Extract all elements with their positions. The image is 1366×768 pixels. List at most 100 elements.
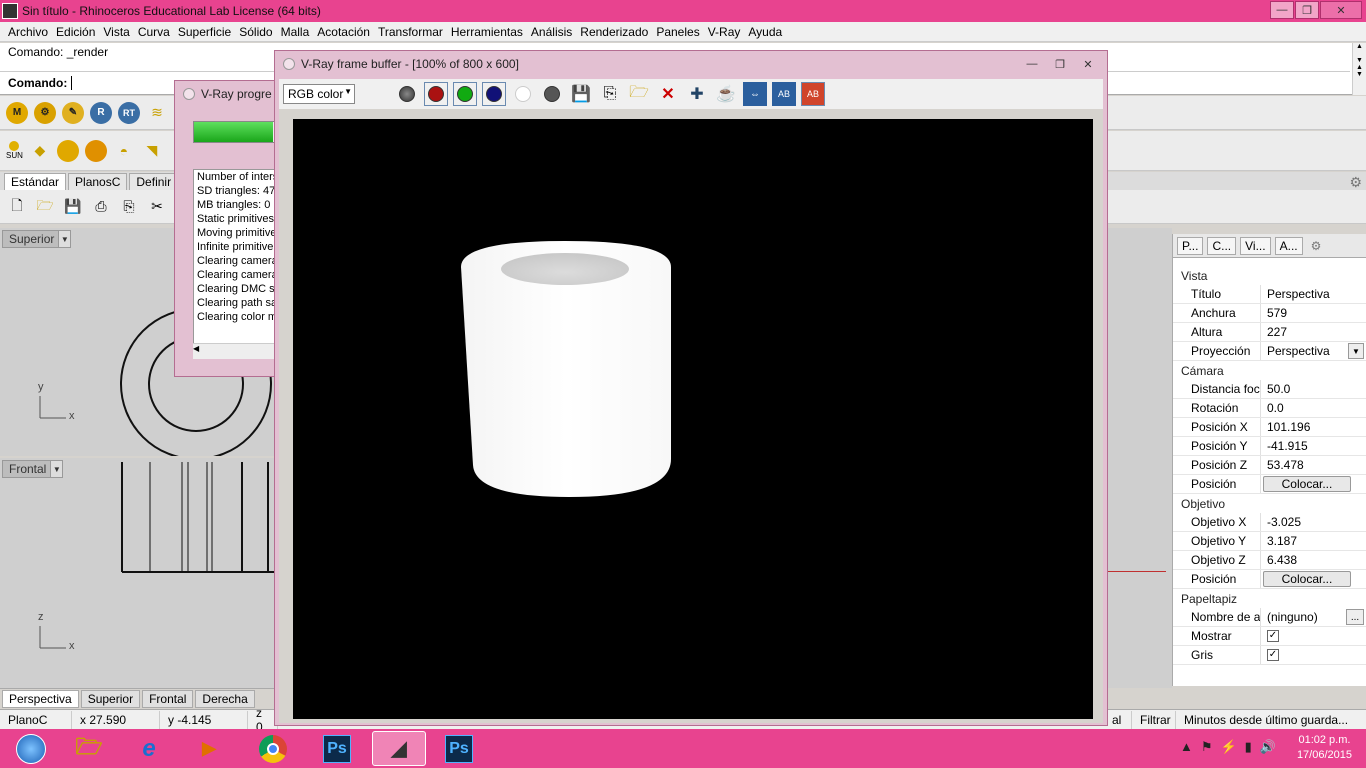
tab-planosc[interactable]: PlanosC [68,173,128,190]
menu-herramientas[interactable]: Herramientas [447,25,527,39]
vray-frame-icon[interactable]: ≋ [146,102,168,124]
menu-analisis[interactable]: Análisis [527,25,576,39]
track-mouse-icon[interactable]: ✚ [685,82,709,106]
viewport-perspectiva-edge[interactable] [1108,228,1172,688]
tab-derecha[interactable]: Derecha [195,689,255,708]
render-teapot-icon[interactable]: ☕ [714,82,738,106]
render-log[interactable]: Number of inters SD triangles: 47 MB tri… [193,169,283,359]
plane-light-icon[interactable]: ◆ [29,140,51,162]
flag-icon[interactable]: ⚑ [1201,739,1213,755]
new-file-icon[interactable]: 🗋 [6,196,28,218]
omni-light-icon[interactable] [84,139,107,162]
panel-gear-icon[interactable]: ⚙ [1307,238,1326,254]
render-icon[interactable]: R [90,101,112,124]
viewport-frontal[interactable]: Frontal ▼ z x [0,458,276,688]
tab-properties[interactable]: P... [1177,236,1204,255]
network-icon[interactable]: ▮ [1245,739,1252,755]
command-scrollbar[interactable]: ▲ ▼ ▲ ▼ [1352,43,1366,95]
tab-ayuda[interactable]: A... [1274,236,1303,255]
rhino-taskbar-icon[interactable]: ◢ [372,731,426,766]
photoshop-taskbar-icon[interactable]: Ps [310,731,364,766]
ab-horizontal-icon[interactable]: AB [801,82,825,106]
photoshop-2-taskbar-icon[interactable]: Ps [432,731,486,766]
menu-ayuda[interactable]: Ayuda [744,25,786,39]
save-image-icon[interactable]: 💾 [569,82,593,106]
print-icon[interactable]: ⎙ [90,196,112,218]
chevron-down-icon[interactable]: ▼ [344,87,352,96]
menu-renderizado[interactable]: Renderizado [576,25,652,39]
ab-compare-icon[interactable]: AB [772,82,796,106]
alpha-channel-icon[interactable] [511,82,535,106]
menu-archivo[interactable]: Archivo [4,25,52,39]
chrome-taskbar-icon[interactable] [246,731,300,766]
sun-light-icon[interactable]: SUN [6,141,23,160]
import-icon[interactable]: ⎘ [118,196,140,218]
menu-curva[interactable]: Curva [134,25,174,39]
projection-select[interactable]: Perspectiva ▼ [1261,342,1366,360]
log-horizontal-scrollbar[interactable]: ◀ [193,343,283,359]
tab-vistas[interactable]: Vi... [1240,236,1271,255]
cut-icon[interactable]: ✂ [146,196,168,218]
sphere-light-icon[interactable] [56,139,79,162]
tab-estandar[interactable]: Estándar [4,173,67,190]
load-image-icon[interactable]: 🗁 [627,82,651,106]
close-button[interactable]: ✕ [1320,1,1362,19]
vfb-minimize-button[interactable]: — [1019,55,1045,73]
command-input-cursor[interactable] [71,75,73,90]
chevron-down-icon[interactable]: ▼ [1348,343,1364,359]
camera-place-button[interactable]: Colocar... [1263,476,1351,492]
power-icon[interactable]: ⚡ [1220,739,1236,755]
menu-paneles[interactable]: Paneles [652,25,703,39]
vray-icon [183,88,195,100]
save-all-icon[interactable]: ⎘ [598,82,622,106]
vray-options-icon[interactable]: ⚙ [34,101,56,124]
menu-transformar[interactable]: Transformar [374,25,447,39]
tab-superior[interactable]: Superior [80,689,141,708]
tab-capas[interactable]: C... [1207,236,1237,255]
blue-channel-icon[interactable] [482,82,506,106]
explorer-taskbar-icon[interactable]: 🗁 [62,731,116,766]
channel-select[interactable]: RGB color ▼ [283,84,355,104]
start-button[interactable] [4,731,58,766]
menu-solido[interactable]: Sólido [235,25,276,39]
toolbar-gear-icon[interactable]: ⚙ [1349,174,1362,191]
volume-icon[interactable]: 🔊 [1260,739,1276,755]
status-cplane[interactable]: PlanoC [0,710,72,729]
menu-edicion[interactable]: Edición [52,25,99,39]
taskbar-clock[interactable]: 01:02 p.m. 17/06/2015 [1297,733,1352,763]
save-icon[interactable]: 💾 [62,196,84,218]
menu-vista[interactable]: Vista [99,25,133,39]
rgb-channel-icon[interactable] [395,82,419,106]
dome-light-icon[interactable]: ◓ [113,140,135,162]
green-channel-icon[interactable] [453,82,477,106]
menu-malla[interactable]: Malla [277,25,314,39]
menu-acotacion[interactable]: Acotación [313,25,374,39]
minimize-button[interactable]: — [1270,1,1294,19]
status-filter[interactable]: Filtrar [1132,710,1176,729]
tab-frontal[interactable]: Frontal [142,689,194,708]
open-file-icon[interactable]: 🗁 [34,196,56,218]
media-taskbar-icon[interactable]: ▶ [182,731,236,766]
browse-button[interactable]: ... [1346,609,1364,625]
compare-icon[interactable]: ⇔ [743,82,767,106]
show-hidden-icons-icon[interactable]: ▲ [1180,739,1193,755]
gray-checkbox[interactable]: ✓ [1267,649,1279,661]
spot-light-icon[interactable]: ◥ [141,140,163,162]
red-channel-icon[interactable] [424,82,448,106]
render-canvas[interactable] [293,119,1093,719]
vray-lights-icon[interactable]: ✎ [62,101,84,124]
ie-taskbar-icon[interactable]: e [122,731,176,766]
show-checkbox[interactable]: ✓ [1267,630,1279,642]
clear-image-icon[interactable]: ✕ [656,82,680,106]
maximize-button[interactable]: ❐ [1295,1,1319,19]
tab-perspectiva[interactable]: Perspectiva [2,689,79,708]
menu-vray[interactable]: V-Ray [704,25,745,39]
vray-material-icon[interactable]: M [6,101,28,124]
target-place-button[interactable]: Colocar... [1263,571,1351,587]
mono-channel-icon[interactable] [540,82,564,106]
menu-superficie[interactable]: Superficie [174,25,235,39]
status-fragment[interactable]: al [1104,710,1132,729]
vfb-maximize-button[interactable]: ❐ [1047,55,1073,73]
realtime-render-icon[interactable]: RT [118,101,140,124]
vfb-close-button[interactable]: ✕ [1075,55,1101,73]
